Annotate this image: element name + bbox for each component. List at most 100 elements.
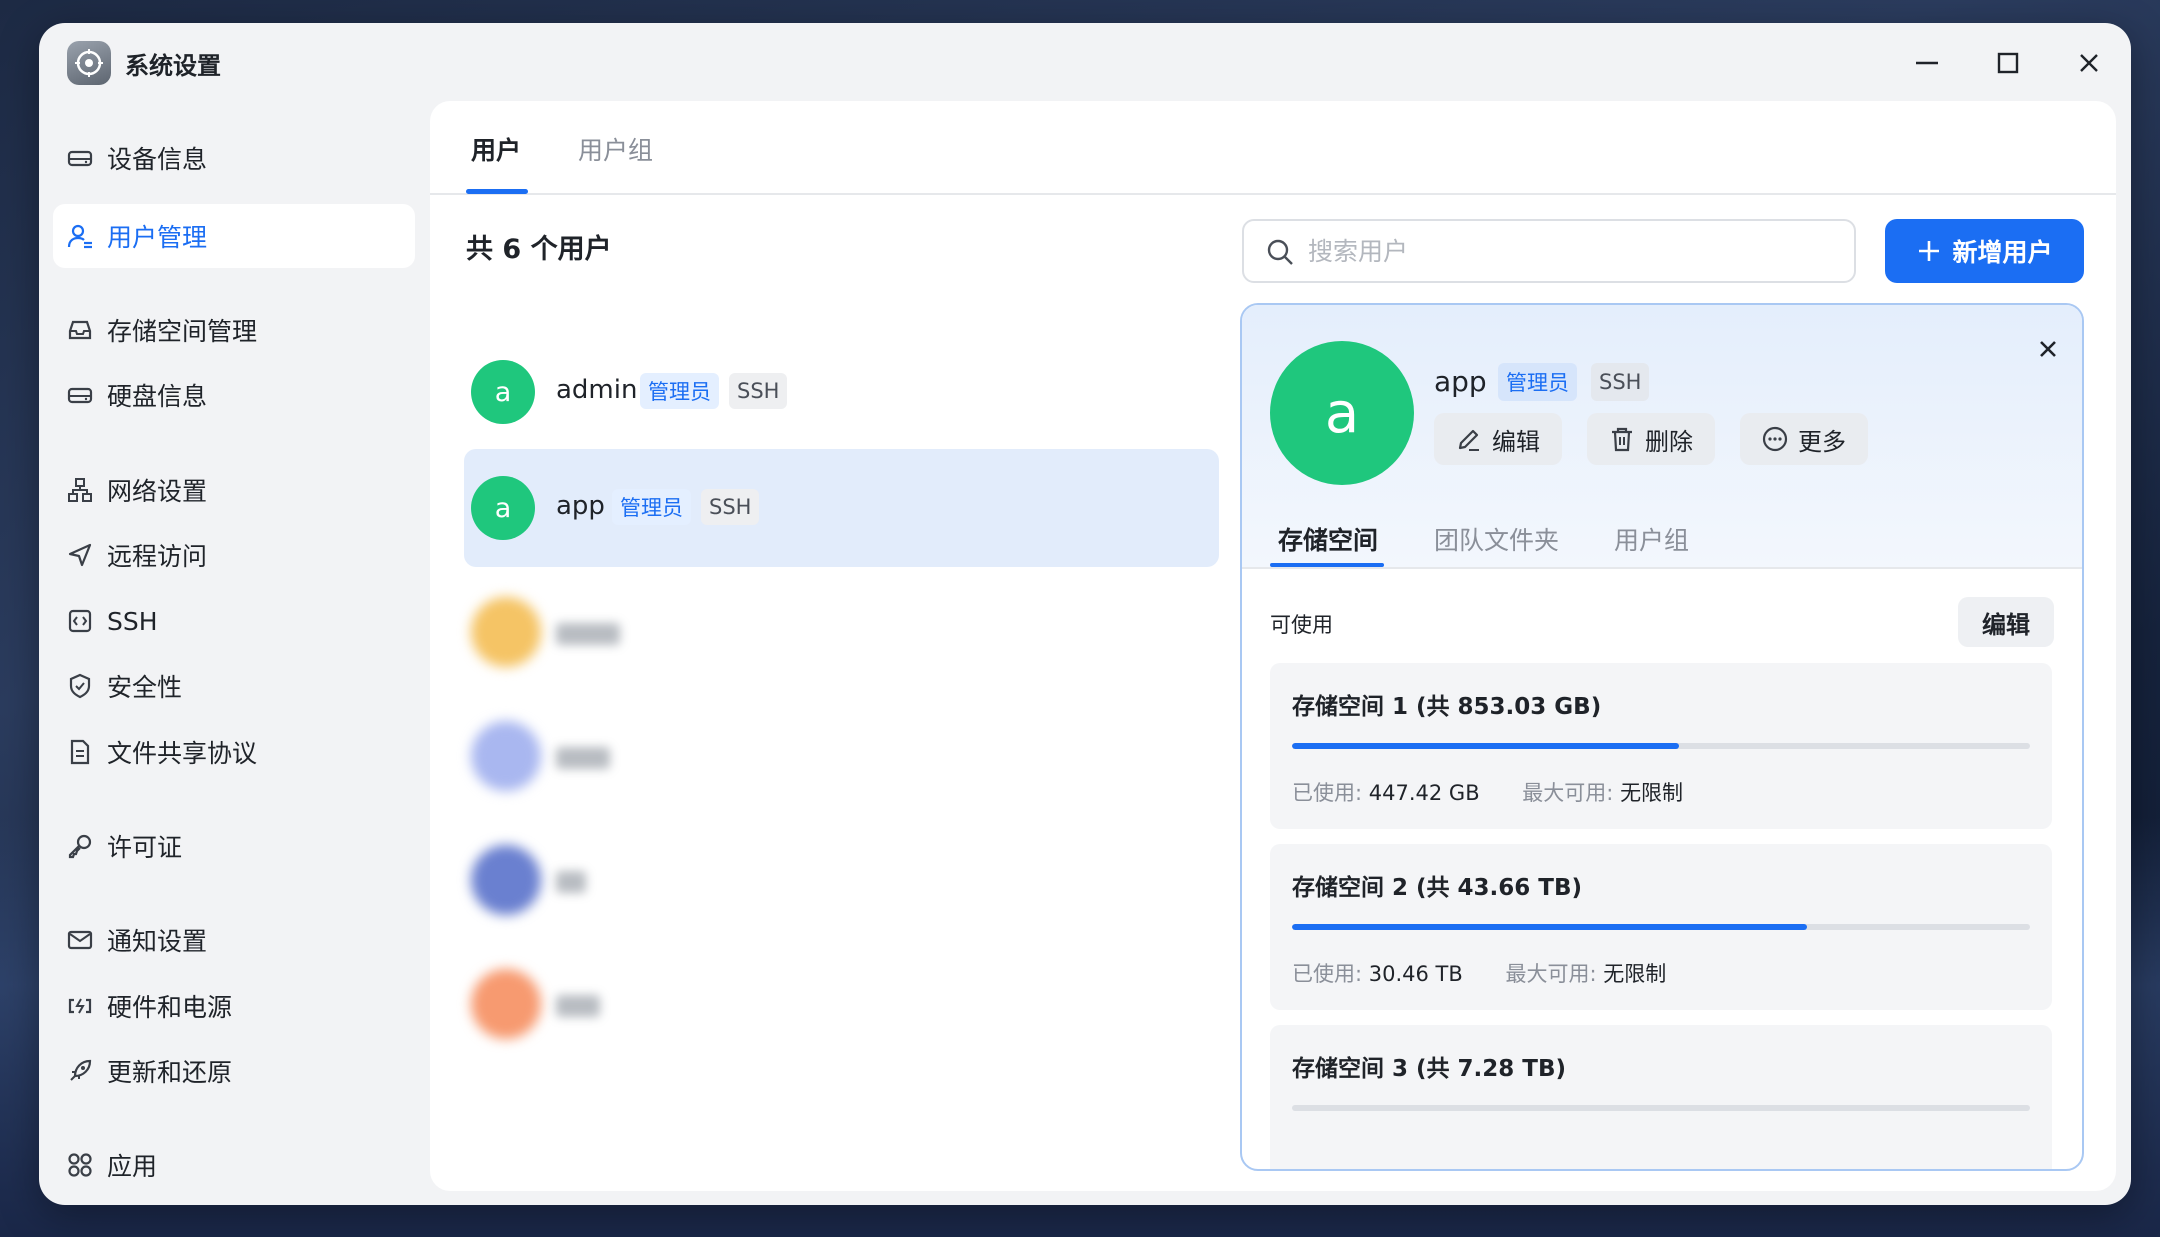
sidebar-item-label: 硬盘信息 (107, 382, 208, 411)
usage-bar (1292, 1105, 2030, 1111)
document-icon (70, 739, 90, 765)
title-bar: 系统设置 (39, 23, 2131, 101)
user-detail-card: a app 管理员 SSH 编辑 删除 更多 存储空间 团队文件夹 用户组 可使 (1240, 303, 2084, 1171)
edit-user-button[interactable]: 编辑 (1434, 413, 1562, 465)
sidebar-item-security[interactable]: 安全性 (53, 654, 415, 718)
sidebar-item-label: 应用 (107, 1152, 158, 1181)
sidebar-item-apps[interactable]: 应用 (53, 1133, 415, 1197)
battery-icon (68, 998, 92, 1014)
sidebar-item-disk-info[interactable]: 硬盘信息 (53, 363, 415, 427)
sidebar-item-storage[interactable]: 存储空间管理 (53, 298, 415, 362)
ssh-badge: SSH (701, 489, 760, 525)
used-label: 已使用: (1292, 781, 1363, 805)
max-value: 无限制 (1620, 781, 1684, 805)
sidebar-item-label: 存储空间管理 (107, 317, 258, 346)
delete-user-button[interactable]: 删除 (1587, 413, 1715, 465)
close-detail-icon[interactable] (2032, 333, 2064, 365)
used-value: 447.42 GB (1368, 781, 1480, 805)
tab-detail-user-groups[interactable]: 用户组 (1614, 521, 1689, 557)
tab-users[interactable]: 用户 (471, 131, 521, 167)
max-label: 最大可用: (1522, 781, 1614, 805)
close-icon (2080, 54, 2098, 72)
sidebar-item-label: 安全性 (107, 673, 183, 702)
detail-avatar: a (1270, 341, 1414, 485)
more-actions-button[interactable]: 更多 (1740, 413, 1868, 465)
detail-user-name: app (1434, 365, 1487, 398)
storage-usage: 已使用: 447.42 GB 最大可用: 无限制 (1292, 777, 1683, 807)
sidebar-item-update-restore[interactable]: 更新和还原 (53, 1039, 415, 1103)
tab-team-folders[interactable]: 团队文件夹 (1434, 521, 1559, 557)
add-user-label: 新增用户 (1952, 238, 2053, 267)
avatar (471, 969, 541, 1039)
sidebar-item-user-management[interactable]: 用户管理 (53, 204, 415, 268)
drive-icon (67, 150, 93, 167)
sidebar-item-label: 硬件和电源 (107, 993, 233, 1022)
rocket-icon (70, 1059, 92, 1081)
minimize-button[interactable] (1909, 45, 1945, 81)
tab-user-groups[interactable]: 用户组 (578, 131, 653, 167)
redacted-name (556, 871, 586, 893)
sidebar-item-hardware-power[interactable]: 硬件和电源 (53, 974, 415, 1038)
max-label: 最大可用: (1505, 962, 1597, 986)
more-icon (1762, 426, 1788, 452)
trash-icon (1612, 427, 1632, 452)
pencil-icon (1458, 429, 1479, 451)
sidebar-item-notifications[interactable]: 通知设置 (53, 908, 415, 972)
send-icon (68, 543, 92, 567)
avatar: a (471, 476, 535, 540)
user-row-redacted[interactable] (464, 573, 1219, 691)
network-icon (68, 478, 92, 502)
tab-storage[interactable]: 存储空间 (1278, 521, 1378, 557)
user-row-redacted[interactable] (464, 821, 1219, 939)
user-row-redacted[interactable] (464, 945, 1219, 1063)
admin-badge: 管理员 (640, 373, 719, 409)
sidebar-item-label: 远程访问 (107, 542, 208, 571)
usage-bar-fill (1292, 743, 1679, 749)
user-row-redacted[interactable] (464, 697, 1219, 815)
minimize-icon (1916, 61, 1938, 65)
sidebar-item-remote-access[interactable]: 远程访问 (53, 523, 415, 587)
user-row-admin[interactable]: a admin 管理员 SSH (464, 333, 1219, 451)
sidebar-item-label: 文件共享协议 (107, 739, 258, 768)
shield-icon (69, 673, 91, 699)
search-input[interactable] (1308, 236, 1828, 266)
edit-label: 编辑 (1492, 427, 1540, 456)
available-label: 可使用 (1270, 613, 1333, 637)
sidebar-item-label: SSH (107, 606, 158, 636)
window-title: 系统设置 (125, 52, 221, 80)
sidebar-item-file-sharing[interactable]: 文件共享协议 (53, 720, 415, 784)
main-tabs: 用户 用户组 (430, 101, 2116, 195)
sidebar-item-ssh[interactable]: SSH (53, 589, 415, 653)
avatar (471, 721, 541, 791)
plus-icon (1919, 241, 1940, 261)
redacted-name (556, 995, 600, 1017)
close-button[interactable] (2071, 45, 2107, 81)
add-user-button[interactable]: 新增用户 (1885, 219, 2084, 283)
search-box (1242, 219, 1856, 283)
used-value: 30.46 TB (1368, 962, 1463, 986)
maximize-button[interactable] (1990, 45, 2026, 81)
usage-bar (1292, 924, 2030, 930)
avatar (471, 845, 541, 915)
edit-quota-button[interactable]: 编辑 (1958, 597, 2054, 647)
storage-title: 存储空间 3 (共 7.28 TB) (1292, 1056, 1567, 1082)
sidebar-item-device-info[interactable]: 设备信息 (53, 126, 415, 190)
sidebar-item-license[interactable]: 许可证 (53, 814, 415, 878)
user-row-app[interactable]: a app 管理员 SSH (464, 449, 1219, 567)
more-label: 更多 (1798, 427, 1846, 456)
disk-icon (67, 387, 93, 404)
avatar: a (471, 360, 535, 424)
storage-icon (68, 320, 92, 340)
redacted-name (556, 747, 610, 769)
sidebar-item-label: 通知设置 (107, 927, 208, 956)
sidebar-item-label: 网络设置 (107, 477, 208, 506)
sidebar-item-network[interactable]: 网络设置 (53, 458, 415, 522)
usage-bar-fill (1292, 924, 1808, 930)
main-panel: 用户 用户组 共 6 个用户 a admin 管理员 SSH a app 管理员… (430, 101, 2116, 1191)
redacted-name (556, 623, 620, 645)
delete-label: 删除 (1645, 427, 1693, 456)
ssh-badge: SSH (1591, 363, 1650, 401)
user-manage-icon (67, 224, 92, 249)
storage-usage: 已使用: 30.46 TB 最大可用: 无限制 (1292, 958, 1666, 988)
settings-window: 系统设置 设备信息 用户管理 存储空间管理 硬盘信息 网络设置 远程访问 SSH… (39, 23, 2131, 1205)
